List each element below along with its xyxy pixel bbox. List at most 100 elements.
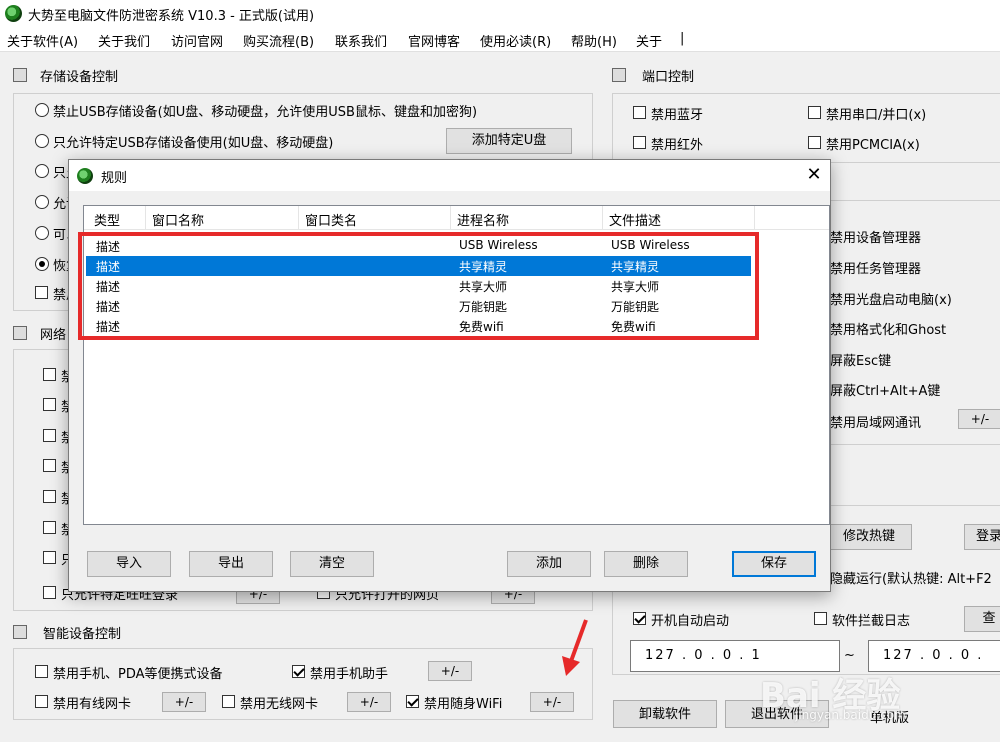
col-separator	[754, 206, 755, 230]
col-process-name[interactable]: 进程名称	[457, 210, 509, 229]
network-cb-3[interactable]	[43, 429, 56, 442]
disable-infrared-label: 禁用红外	[651, 138, 704, 153]
block-log-checkbox[interactable]	[814, 612, 827, 625]
disable-bluetooth-label: 禁用蓝牙	[651, 108, 704, 123]
storage-icon	[13, 68, 27, 82]
disable-lan-label: 禁用局域网通讯	[830, 416, 922, 431]
col-separator	[298, 206, 299, 230]
menu-help[interactable]: 帮助(H)	[571, 31, 617, 50]
watermark-url: jingyan.baidu.com	[795, 708, 906, 722]
menu-bar: 关于软件(A) 关于我们 访问官网 购买流程(B) 联系我们 官网博客 使用必读…	[0, 28, 1000, 52]
add-usb-button[interactable]: 添加特定U盘	[446, 128, 572, 154]
network-cb-5[interactable]	[43, 490, 56, 503]
rules-dialog: 规则 ✕ 类型 窗口名称 窗口类名 进程名称 文件描述 描述 USB Wirel…	[68, 159, 831, 592]
disable-portable-wifi-label: 禁用随身WiFi	[424, 697, 503, 712]
port-section-title: 端口控制	[642, 70, 695, 85]
modify-hotkey-button[interactable]: 修改热键	[826, 524, 912, 550]
block-esc-label: 屏蔽Esc键	[830, 354, 892, 369]
storage-option-2: 只允许特定USB存储设备使用(如U盘、移动硬盘)	[53, 136, 334, 151]
col-window-class[interactable]: 窗口类名	[305, 210, 357, 229]
disable-wired-nic-checkbox[interactable]	[35, 695, 48, 708]
col-separator	[602, 206, 603, 230]
network-cb-6[interactable]	[43, 521, 56, 534]
ip-range-separator: ~	[844, 648, 855, 663]
menu-about-us[interactable]: 关于我们	[98, 31, 150, 50]
network-icon	[13, 326, 27, 340]
view-button[interactable]: 查	[964, 606, 1000, 632]
add-button[interactable]: 添加	[507, 551, 591, 577]
menu-contact[interactable]: 联系我们	[335, 31, 387, 50]
disable-device-manager-label: 禁用设备管理器	[830, 231, 922, 246]
disable-task-manager-label: 禁用任务管理器	[830, 262, 922, 277]
phone-assistant-plusminus[interactable]: +/-	[428, 661, 472, 681]
disable-cd-boot-label: 禁用光盘启动电脑(x)	[830, 293, 952, 308]
col-window-name[interactable]: 窗口名称	[152, 210, 204, 229]
login-button[interactable]: 登录	[964, 524, 1000, 550]
disable-format-ghost-label: 禁用格式化和Ghost	[830, 323, 947, 338]
dialog-app-icon	[77, 168, 93, 184]
disable-pda-label: 禁用手机、PDA等便携式设备	[53, 667, 223, 682]
network-cb-2[interactable]	[43, 398, 56, 411]
clear-button[interactable]: 清空	[290, 551, 374, 577]
auto-start-label: 开机自动启动	[651, 614, 730, 629]
import-button[interactable]: 导入	[87, 551, 171, 577]
close-icon[interactable]: ✕	[803, 164, 825, 185]
disable-phone-assistant-checkbox[interactable]	[292, 665, 305, 678]
network-section-title: 网络	[40, 328, 67, 343]
block-ctrl-alt-a-label: 屏蔽Ctrl+Alt+A键	[830, 384, 941, 399]
menu-about[interactable]: 关于	[636, 31, 662, 50]
disable-serial-checkbox[interactable]	[808, 106, 821, 119]
uninstall-button[interactable]: 卸载软件	[613, 700, 717, 728]
menu-blog[interactable]: 官网博客	[408, 31, 460, 50]
menu-separator: |	[680, 31, 685, 46]
network-cb-8[interactable]	[43, 586, 56, 599]
menu-about-software[interactable]: 关于软件(A)	[7, 31, 78, 50]
disable-wireless-nic-checkbox[interactable]	[222, 695, 235, 708]
dialog-title-bar: 规则 ✕	[69, 160, 830, 191]
disable-wireless-nic-label: 禁用无线网卡	[240, 697, 319, 712]
storage-radio-6[interactable]	[35, 257, 49, 271]
network-cb-1[interactable]	[43, 368, 56, 381]
hidden-run-label: 隐藏运行(默认热键: Alt+F2	[830, 572, 992, 587]
portable-wifi-plusminus[interactable]: +/-	[530, 692, 574, 712]
delete-button[interactable]: 删除	[604, 551, 688, 577]
disable-pcmcia-label: 禁用PCMCIA(x)	[826, 138, 920, 153]
block-log-label: 软件拦截日志	[832, 614, 911, 629]
smart-device-icon	[13, 625, 27, 639]
disable-portable-wifi-checkbox[interactable]	[406, 695, 419, 708]
export-button[interactable]: 导出	[189, 551, 273, 577]
highlight-box	[78, 232, 759, 340]
storage-radio-2[interactable]	[35, 134, 49, 148]
network-cb-7[interactable]	[43, 551, 56, 564]
app-icon	[5, 5, 22, 22]
storage-disable-checkbox[interactable]	[35, 286, 48, 299]
col-file-desc[interactable]: 文件描述	[609, 210, 661, 229]
disable-bluetooth-checkbox[interactable]	[633, 106, 646, 119]
col-separator	[450, 206, 451, 230]
storage-radio-5[interactable]	[35, 226, 49, 240]
disable-pcmcia-checkbox[interactable]	[808, 136, 821, 149]
network-cb-4[interactable]	[43, 459, 56, 472]
disable-infrared-checkbox[interactable]	[633, 136, 646, 149]
disable-pda-checkbox[interactable]	[35, 665, 48, 678]
storage-radio-4[interactable]	[35, 195, 49, 209]
port-icon	[612, 68, 626, 82]
window-title: 大势至电脑文件防泄密系统 V10.3 - 正式版(试用)	[28, 9, 315, 24]
storage-option-1: 禁止USB存储设备(如U盘、移动硬盘，允许使用USB鼠标、键盘和加密狗)	[53, 105, 478, 120]
storage-radio-3[interactable]	[35, 164, 49, 178]
menu-official-site[interactable]: 访问官网	[171, 31, 223, 50]
menu-purchase[interactable]: 购买流程(B)	[243, 31, 314, 50]
menu-must-read[interactable]: 使用必读(R)	[480, 31, 551, 50]
save-button[interactable]: 保存	[732, 551, 816, 577]
wired-nic-plusminus[interactable]: +/-	[162, 692, 206, 712]
auto-start-checkbox[interactable]	[633, 612, 646, 625]
col-type[interactable]: 类型	[94, 210, 120, 229]
red-arrow-icon	[562, 619, 588, 676]
title-bar: 大势至电脑文件防泄密系统 V10.3 - 正式版(试用)	[0, 0, 1000, 28]
storage-radio-1[interactable]	[35, 103, 49, 117]
list-header: 类型 窗口名称 窗口类名 进程名称 文件描述	[84, 206, 829, 230]
lan-plusminus[interactable]: +/-	[958, 409, 1000, 429]
disable-wired-nic-label: 禁用有线网卡	[53, 697, 132, 712]
wireless-nic-plusminus[interactable]: +/-	[347, 692, 391, 712]
disable-serial-label: 禁用串口/并口(x)	[826, 108, 927, 123]
